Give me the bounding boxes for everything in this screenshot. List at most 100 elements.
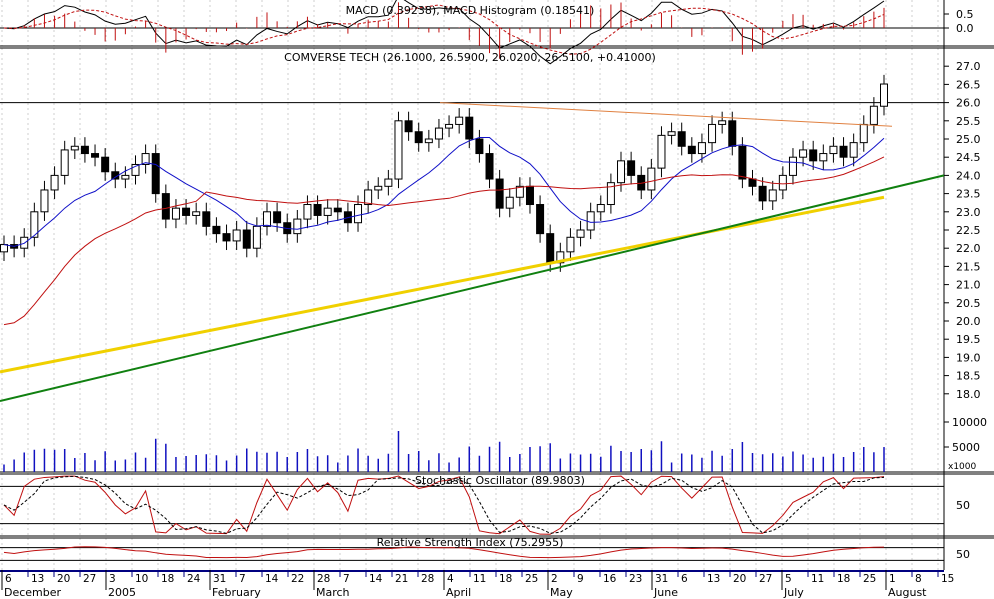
candle-body [60,149,69,176]
candle-body [394,120,403,180]
x-tick-label: 23 [629,573,642,585]
candle-body [70,145,79,151]
candle-body [748,178,757,187]
candle-body [313,204,322,216]
x-tick-label: 20 [57,573,70,585]
x-tick-label: 7 [239,573,246,585]
x-tick-label: 1 [889,573,896,585]
volume-tick-label: 5000 [952,441,980,454]
candle-body [586,211,595,231]
x-tick-label: 28 [421,573,434,585]
price-tick-label: 26.0 [956,97,981,110]
candle-body [525,185,534,206]
x-tick-label: 14 [265,573,279,585]
price-tick-label: 25.5 [956,115,981,128]
candle-body [171,207,180,220]
stock-chart: 6 13 20 27 3 10 18 24 31 7 14 22 28 7 14 21 28 4 11 18 25 2 9 1… [0,0,994,599]
month-label: 2005 [108,586,136,599]
candle-body [202,211,211,227]
candle-body [697,142,706,155]
candle-body [354,204,363,224]
x-tick-label: 21 [395,573,408,585]
candle-body [323,207,332,216]
candle-body [657,134,666,169]
x-tick-label: 18 [499,573,512,585]
volume-unit: x1000 [948,462,977,472]
price-tick-label: 18.0 [956,388,981,401]
price-tick-label: 20.5 [956,297,981,310]
candle-body [151,153,160,195]
candle-body [475,138,484,155]
candle-body [880,83,888,107]
candle-body [232,229,241,242]
candle-body [465,116,474,140]
x-tick-label: 27 [759,573,772,585]
candle-body [182,207,191,216]
x-tick-label: 15 [941,573,954,585]
candle-body [788,156,797,176]
x-tick-label: 6 [5,573,12,585]
x-tick-label: 18 [837,573,850,585]
candle-body [819,153,828,162]
x-tick-label: 6 [681,573,688,585]
candle-body [192,211,201,216]
price-tick-label: 22.0 [956,242,981,255]
candle-body [859,123,868,144]
volume-tick-label: 10000 [952,416,987,429]
candle-body [546,233,555,264]
x-tick-label: 9 [577,573,584,585]
candle-body [596,204,605,213]
month-label: December [4,586,62,599]
x-tick-label: 5 [785,573,792,585]
candle-body [829,145,838,155]
candle-body [262,211,271,227]
candle-body [303,204,312,220]
rsi-tick-label: 50 [956,548,970,561]
month-label: June [653,586,678,599]
price-tick-label: 21.0 [956,279,981,292]
candle-body [617,160,626,184]
price-tick-label: 24.5 [956,151,981,164]
candle-body [0,244,8,253]
x-tick-label: 20 [733,573,746,585]
candle-body [505,196,514,209]
x-tick-label: 4 [447,573,454,585]
candle-body [708,123,717,144]
x-tick-label: 31 [213,573,226,585]
candle-body [485,153,494,180]
price-tick-label: 21.5 [956,260,981,273]
candle-body [758,185,767,202]
candle-body [242,229,251,249]
x-tick-label: 25 [863,573,876,585]
candle-body [434,127,443,140]
candle-body [576,229,585,238]
candle-body [445,123,454,129]
candle-body [768,189,777,202]
x-tick-label: 25 [525,573,538,585]
price-tick-label: 19.0 [956,351,981,364]
price-tick-label: 20.0 [956,315,981,328]
candle-body [404,120,413,133]
x-tick-label: 2 [551,573,558,585]
candle-body [627,160,636,176]
price-tick-label: 22.5 [956,224,981,237]
price-tick-label: 27.0 [956,60,981,73]
x-tick-label: 11 [811,573,824,585]
candle-body [212,225,221,235]
chart-title: COMVERSE TECH (26.1000, 26.5900, 26.0200… [284,51,656,64]
candle-body [384,178,393,187]
price-tick-label: 23.5 [956,188,981,201]
x-tick-label: 14 [369,573,383,585]
time-axis-bar [0,570,944,572]
candle-body [566,236,575,253]
x-tick-label: 11 [473,573,486,585]
month-label: March [316,586,350,599]
candle-body [121,174,130,180]
macd-label: MACD (0.39238), MACD Histogram (0.18541) [346,4,595,17]
price-tick-label: 23.0 [956,206,981,219]
x-tick-label: 8 [915,573,922,585]
month-label: February [212,586,261,599]
candle-body [718,120,727,125]
x-tick-label: 24 [187,573,201,585]
price-tick-label: 26.5 [956,78,981,91]
